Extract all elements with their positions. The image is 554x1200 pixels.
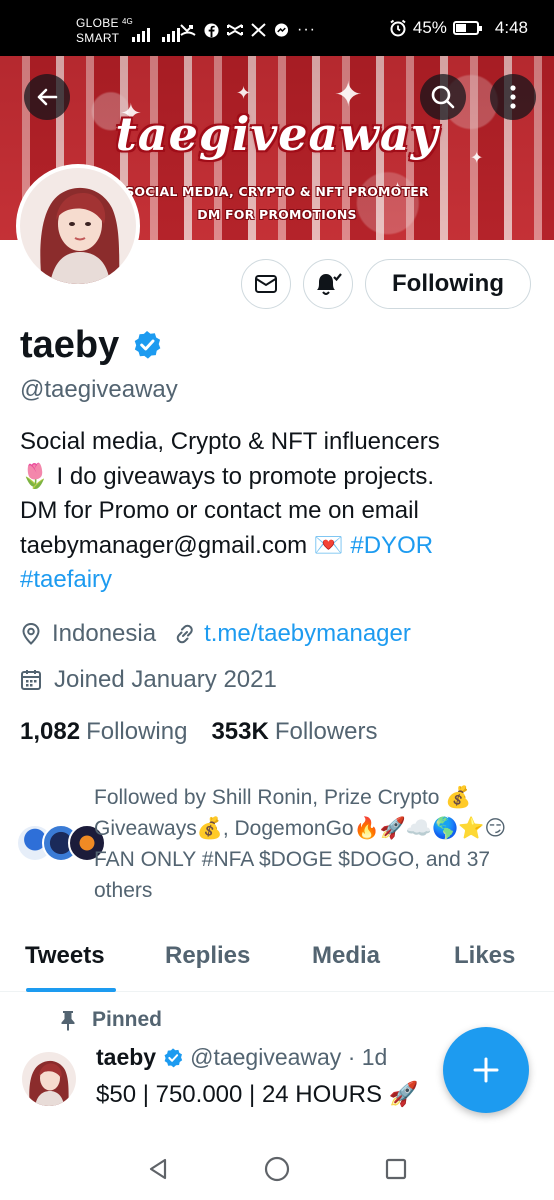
compose-tweet-button[interactable]	[443, 1027, 529, 1113]
followed-by-avatars	[16, 824, 106, 862]
active-tab-indicator	[26, 988, 116, 992]
signal-strength-icon-2	[162, 28, 180, 42]
tab-media[interactable]: Media	[312, 942, 380, 970]
tab-tweets[interactable]: Tweets	[25, 942, 105, 970]
tweet-avatar[interactable]	[22, 1052, 76, 1106]
carrier-label: GLOBE SMART	[76, 16, 120, 45]
clock: 4:48	[494, 18, 528, 37]
nav-back-button[interactable]	[143, 1154, 173, 1184]
display-name: taeby	[20, 324, 120, 366]
tweet-header: taeby @taegiveaway · 1d	[96, 1044, 387, 1071]
profile-website-link[interactable]: t.me/taebymanager	[204, 620, 411, 648]
profile-joined-row: Joined January 2021	[20, 666, 277, 694]
more-icon: ···	[297, 21, 316, 38]
plus-icon	[473, 1057, 499, 1083]
search-button[interactable]	[420, 74, 466, 120]
following-count-link[interactable]: 1,082 Following	[20, 718, 187, 746]
profile-handle: @taegiveaway	[20, 376, 178, 403]
bell-check-icon	[317, 273, 342, 295]
avatar-image	[22, 1052, 76, 1106]
profile-location: Indonesia	[52, 620, 157, 647]
profile-joined-date: Joined January 2021	[54, 666, 277, 693]
profile-meta-row: Indonesia t.me/taebymanager	[20, 620, 411, 648]
more-options-button[interactable]	[490, 74, 536, 120]
circle-home-icon	[264, 1156, 290, 1182]
messenger-icon	[274, 22, 289, 37]
hashtag-link[interactable]: #taefairy	[20, 566, 112, 593]
capcut-icon	[227, 24, 243, 36]
message-button[interactable]	[241, 259, 291, 309]
bio-line: #taefairy	[20, 563, 540, 598]
hashtag-link[interactable]: #DYOR	[350, 532, 433, 559]
tweet-text[interactable]: $50 | 750.000 | 24 HOURS 🚀	[96, 1078, 419, 1112]
pin-icon	[61, 1011, 75, 1031]
bio-line: taebymanager@gmail.com 💌 #DYOR	[20, 529, 540, 564]
back-arrow-icon	[37, 88, 58, 106]
bio-line: 🌷 I do giveaways to promote projects.	[20, 462, 435, 490]
bio-line: DM for Promo or contact me on email	[20, 497, 419, 524]
envelope-icon	[255, 275, 277, 293]
followers-count-link[interactable]: 353K Followers	[211, 718, 377, 746]
alarm-icon	[390, 19, 406, 37]
nav-home-button[interactable]	[262, 1154, 292, 1184]
profile-name-row: taeby	[20, 323, 163, 367]
following-count: 1,082	[20, 718, 81, 745]
nav-recents-button[interactable]	[381, 1154, 411, 1184]
tulip-emoji: 🌷	[20, 462, 50, 490]
following-button[interactable]: Following	[365, 259, 531, 309]
avatar-image	[20, 168, 136, 284]
battery-icon	[452, 21, 482, 35]
network-type: 4G	[122, 17, 133, 26]
battery-percent: 45%	[412, 18, 447, 37]
triangle-back-icon	[149, 1158, 167, 1180]
tab-likes[interactable]: Likes	[454, 942, 515, 970]
bio-line: Social media, Crypto & NFT influencers	[20, 428, 440, 455]
more-vertical-icon	[510, 85, 516, 109]
profile-avatar[interactable]	[16, 164, 140, 288]
link-icon	[176, 624, 193, 644]
call-missed-icon	[180, 24, 196, 36]
verified-badge-icon	[164, 1047, 183, 1067]
profile-bio: Social media, Crypto & NFT influencers 🌷…	[20, 425, 540, 598]
pinned-label: Pinned	[60, 1008, 162, 1032]
x-icon	[251, 23, 266, 37]
banner-title: taegiveaway	[115, 107, 439, 161]
facebook-icon	[204, 22, 219, 38]
square-recents-icon	[385, 1158, 407, 1180]
tweet-handle-time: @taegiveaway · 1d	[190, 1044, 388, 1070]
notifications-button[interactable]	[303, 259, 353, 309]
signal-strength-icon	[132, 28, 150, 42]
location-pin-icon	[22, 622, 40, 645]
bio-email: taebymanager@gmail.com	[20, 531, 308, 559]
sparkle-icon: ✦	[236, 83, 252, 103]
tab-replies[interactable]: Replies	[165, 942, 250, 970]
search-icon	[431, 85, 455, 109]
followed-by-text: Followed by Shill Ronin, Prize Crypto 💰 …	[94, 786, 507, 902]
system-nav-bar	[0, 1136, 554, 1200]
verified-badge-icon[interactable]	[131, 329, 163, 361]
tweet-author-name[interactable]: taeby	[96, 1044, 156, 1071]
status-bar: GLOBE SMART 4G ··· 45% 4:48	[0, 0, 554, 56]
notification-icons: ···	[180, 22, 316, 38]
calendar-icon	[21, 670, 41, 690]
profile-tabs: Tweets Replies Media Likes	[0, 936, 554, 992]
status-right: 45% 4:48	[389, 18, 528, 38]
love-letter-emoji: 💌	[307, 531, 351, 559]
followers-count: 353K	[211, 718, 269, 745]
follow-counts: 1,082 Following 353K Followers	[20, 718, 378, 746]
back-button[interactable]	[24, 74, 70, 120]
